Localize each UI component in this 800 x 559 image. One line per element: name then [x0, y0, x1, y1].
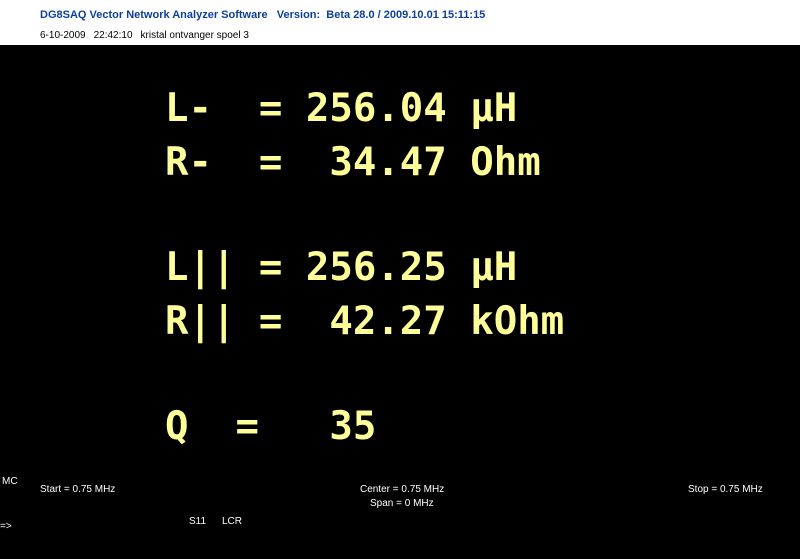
- measurement-date: 6-10-2009: [40, 30, 86, 41]
- header-bar: DG8SAQ Vector Network Analyzer Software …: [0, 0, 800, 45]
- vna-window: DG8SAQ Vector Network Analyzer Software …: [0, 0, 800, 559]
- s11-label[interactable]: S11: [189, 516, 206, 527]
- inductance-parallel-readout: L|| = 256.25 µH: [165, 245, 518, 290]
- mc-marker-label: MC: [2, 476, 18, 487]
- center-frequency: Center = 0.75 MHz: [360, 484, 445, 495]
- inductance-series-readout: L- = 256.04 µH: [165, 86, 518, 131]
- lcr-label[interactable]: LCR: [222, 516, 242, 527]
- measurement-description: kristal ontvanger spoel 3: [140, 30, 249, 41]
- measurement-info: 6-10-2009 22:42:10 kristal ontvanger spoel…: [40, 30, 257, 41]
- span-frequency: Span = 0 MHz: [370, 498, 434, 509]
- quality-factor-readout: Q = 35: [165, 404, 377, 449]
- resistance-parallel-readout: R|| = 42.27 kOhm: [165, 299, 565, 344]
- app-title: DG8SAQ Vector Network Analyzer Software …: [40, 9, 486, 21]
- resistance-series-readout: R- = 34.47 Ohm: [165, 140, 541, 185]
- stop-frequency: Stop = 0.75 MHz: [688, 484, 763, 495]
- arrow-indicator: =>: [0, 521, 12, 532]
- start-frequency: Start = 0.75 MHz: [40, 484, 116, 495]
- measurement-time: 22:42:10: [93, 30, 133, 41]
